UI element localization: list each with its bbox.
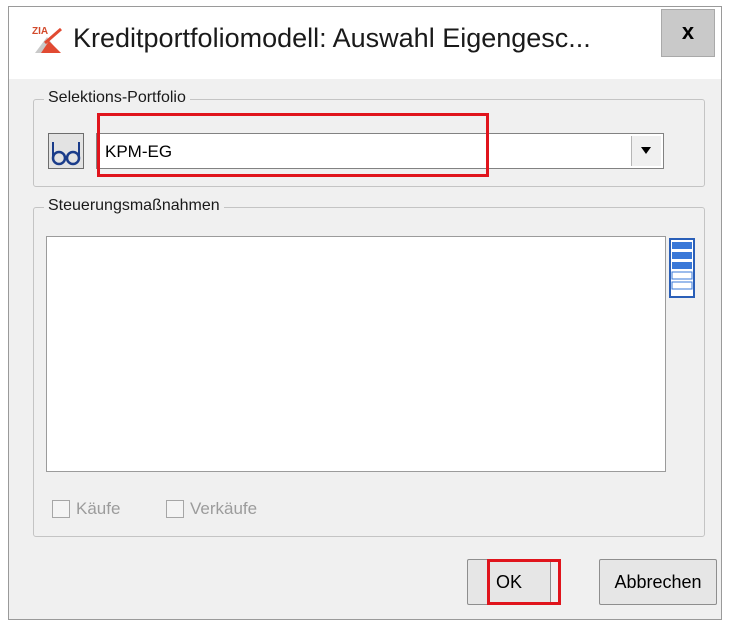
sells-label: Verkäufe	[190, 499, 258, 518]
glasses-icon	[51, 142, 81, 166]
app-icon-text: ZIA	[32, 26, 48, 37]
control-measures-legend: Steuerungsmaßnahmen	[44, 197, 224, 215]
selection-portfolio-legend: Selektions-Portfolio	[44, 89, 190, 107]
control-measures-group: Steuerungsmaßnahmen Käufe Verkäufe	[33, 197, 705, 537]
chevron-down-icon	[641, 147, 651, 154]
lookup-button[interactable]	[48, 133, 84, 169]
window-title: Kreditportfoliomodell: Auswahl Eigengesc…	[73, 23, 591, 53]
buys-label: Käufe	[76, 499, 121, 518]
buys-checkbox[interactable]	[52, 500, 70, 518]
list-select-icon[interactable]	[668, 238, 696, 298]
portfolio-select-value: KPM-EG	[105, 142, 173, 161]
selection-portfolio-group: Selektions-Portfolio KPM-EG	[33, 89, 705, 187]
title-bar[interactable]: ZIA Kreditportfoliomodell: Auswahl Eigen…	[9, 7, 721, 79]
sells-option[interactable]: Verkäufe	[166, 497, 257, 521]
dropdown-button[interactable]	[631, 136, 661, 166]
portfolio-select[interactable]: KPM-EG	[96, 133, 664, 169]
zia-app-icon: ZIA	[32, 26, 62, 53]
buys-option[interactable]: Käufe	[52, 497, 120, 521]
close-button[interactable]: x	[661, 9, 715, 57]
sells-checkbox[interactable]	[166, 500, 184, 518]
measures-list[interactable]	[46, 236, 666, 472]
ok-button[interactable]: OK	[467, 559, 551, 605]
cancel-button[interactable]: Abbrechen	[599, 559, 717, 605]
dialog-window: ZIA Kreditportfoliomodell: Auswahl Eigen…	[8, 6, 722, 620]
